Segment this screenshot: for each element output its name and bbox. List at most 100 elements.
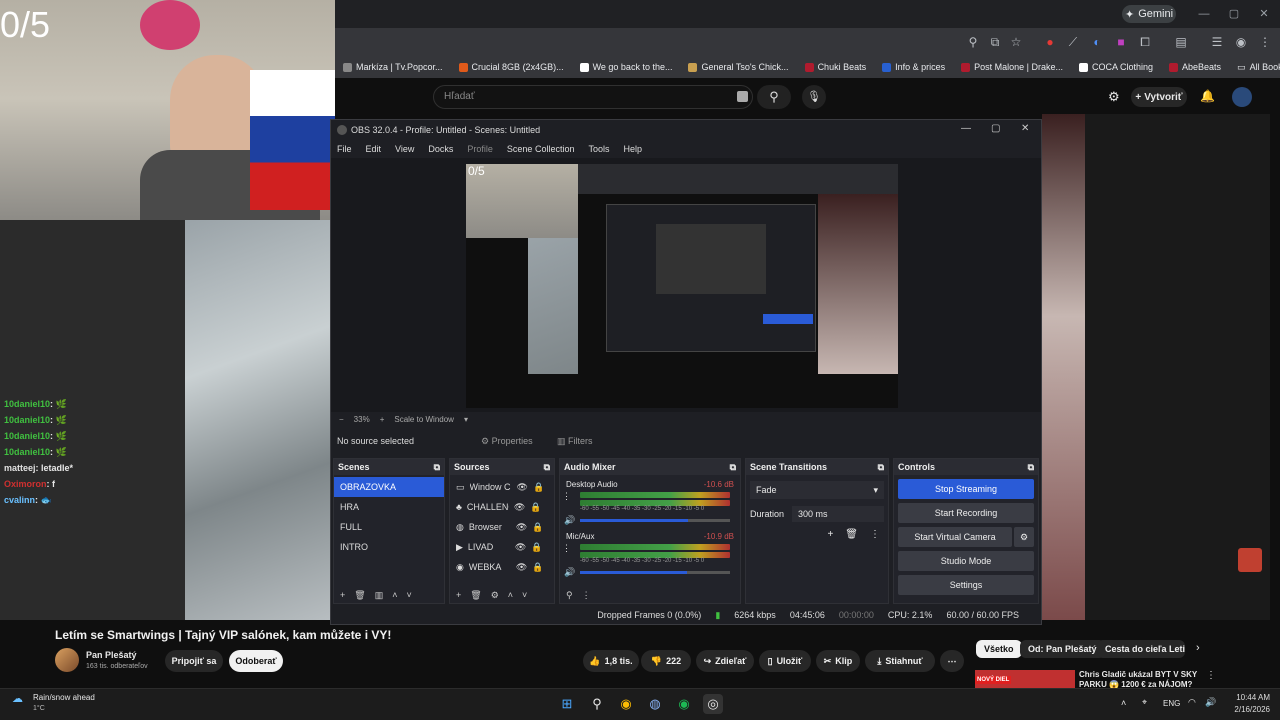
- bookmark[interactable]: Markíza | Tv.Popcor...: [335, 62, 451, 72]
- weather-icon[interactable]: ☁: [12, 692, 23, 705]
- source-item[interactable]: ◍ Browser 👁 🔒: [450, 517, 554, 537]
- settings-button[interactable]: Settings: [898, 575, 1034, 595]
- bookmark[interactable]: COCA Clothing: [1071, 62, 1161, 72]
- chevron-up-icon[interactable]: ˄: [1121, 698, 1126, 708]
- subscribe-button[interactable]: Odoberať: [229, 650, 283, 672]
- studio-mode-button[interactable]: Studio Mode: [898, 551, 1034, 571]
- source-item[interactable]: ◉ WEBKA 👁 🔒: [450, 557, 554, 577]
- maximize-icon[interactable]: ▢: [991, 123, 1000, 134]
- filter-icon[interactable]: ▥: [375, 590, 384, 601]
- undock-icon[interactable]: ⧉: [544, 462, 550, 473]
- dislike-button[interactable]: 👎 222: [641, 650, 691, 672]
- zoom-icon[interactable]: ⚲: [966, 35, 980, 49]
- chevron-up-icon[interactable]: ˄: [392, 590, 397, 600]
- cast-settings-icon[interactable]: ⚙: [1108, 89, 1120, 105]
- filters-button[interactable]: ▥ Filters: [557, 436, 593, 447]
- undock-icon[interactable]: ⧉: [878, 462, 884, 473]
- gear-icon[interactable]: ⚙: [1014, 527, 1034, 547]
- chat-username[interactable]: 10daniel10: [4, 431, 50, 441]
- start-virtual-camera-button[interactable]: Start Virtual Camera: [898, 527, 1012, 547]
- zoom-in-icon[interactable]: +: [380, 415, 385, 424]
- star-icon[interactable]: ☆: [1009, 35, 1023, 49]
- extension-purple-icon[interactable]: ■: [1114, 35, 1128, 49]
- trash-icon[interactable]: 🗑: [354, 590, 365, 601]
- channel-avatar[interactable]: [55, 648, 79, 672]
- menu-edit[interactable]: Edit: [366, 144, 382, 154]
- mic-button[interactable]: 🎙: [802, 85, 826, 109]
- bookmark[interactable]: Post Malone | Drake...: [953, 62, 1071, 72]
- cast-icon[interactable]: ⧉: [988, 35, 1002, 49]
- save-button[interactable]: ▯ Uložiť: [759, 650, 811, 672]
- chat-username[interactable]: cvalinn: [4, 495, 35, 505]
- lock-icon[interactable]: 🔒: [531, 542, 542, 553]
- menu-lines-icon[interactable]: ☰: [1210, 35, 1224, 49]
- chevron-up-icon[interactable]: ˄: [508, 590, 513, 600]
- chat-username[interactable]: 10daniel10: [4, 399, 50, 409]
- more-vert-icon[interactable]: ⋮: [562, 491, 571, 502]
- eye-icon[interactable]: 👁: [517, 482, 528, 493]
- location-icon[interactable]: ⌖: [1142, 697, 1147, 708]
- extension-red-icon[interactable]: ●: [1043, 35, 1057, 49]
- close-icon[interactable]: ✕: [1258, 8, 1270, 20]
- properties-button[interactable]: ⚙ Properties: [481, 436, 533, 447]
- chat-username[interactable]: Oximoron: [4, 479, 47, 489]
- chevron-down-icon[interactable]: ▾: [464, 415, 468, 424]
- add-icon[interactable]: +: [827, 529, 833, 540]
- menu-profile[interactable]: Profile: [467, 144, 493, 154]
- menu-help[interactable]: Help: [623, 144, 642, 154]
- puzzle-icon[interactable]: ⧠: [1138, 35, 1152, 49]
- bell-icon[interactable]: 🔔: [1200, 89, 1215, 103]
- recommended-title[interactable]: Chris Gladič ukázal BYT V SKY PARKU 😱 12…: [1079, 670, 1197, 690]
- chevron-down-icon[interactable]: ˅: [522, 590, 527, 600]
- stop-streaming-button[interactable]: Stop Streaming: [898, 479, 1034, 499]
- channel-watermark[interactable]: [1238, 548, 1262, 572]
- close-icon[interactable]: ✕: [1021, 123, 1029, 134]
- volume-slider[interactable]: [580, 519, 730, 522]
- more-vert-icon[interactable]: ⋮: [870, 529, 880, 540]
- more-vert-icon[interactable]: ⋮: [562, 543, 571, 554]
- menu-scene-collection[interactable]: Scene Collection: [507, 144, 575, 154]
- bookmark[interactable]: General Tso's Chick...: [680, 62, 796, 72]
- chevron-down-icon[interactable]: ˅: [406, 590, 411, 600]
- bookmark[interactable]: Crucial 8GB (2x4GB)...: [451, 62, 572, 72]
- recommended-thumbnail[interactable]: NOVÝ DIEL: [975, 670, 1075, 688]
- trash-icon[interactable]: 🗑: [470, 590, 481, 601]
- menu-view[interactable]: View: [395, 144, 414, 154]
- chip-all[interactable]: Všetko: [976, 640, 1022, 658]
- extension-blue-icon[interactable]: ◐: [1090, 35, 1104, 49]
- weather-title[interactable]: Rain/snow ahead: [33, 693, 95, 702]
- eye-icon[interactable]: 👁: [514, 502, 525, 513]
- chip-related[interactable]: Cesta do cieľa Letis: [1097, 640, 1185, 658]
- bookmark[interactable]: AbeBeats: [1161, 62, 1229, 72]
- obs-preview[interactable]: 0/5: [466, 164, 898, 408]
- obs-icon[interactable]: ◎: [703, 694, 723, 714]
- chrome-icon[interactable]: ◉: [616, 694, 636, 714]
- bookmark[interactable]: Info & prices: [874, 62, 953, 72]
- all-bookmarks[interactable]: ▭All Bookmarks: [1229, 62, 1280, 73]
- menu-docks[interactable]: Docks: [428, 144, 453, 154]
- bookmark[interactable]: Chuki Beats: [797, 62, 875, 72]
- more-vert-icon[interactable]: ⋮: [1206, 670, 1216, 681]
- download-button[interactable]: ⤓ Stiahnuť: [865, 650, 935, 672]
- zoom-out-icon[interactable]: −: [339, 415, 344, 424]
- scene-item[interactable]: FULL: [334, 517, 444, 537]
- undock-icon[interactable]: ⧉: [434, 462, 440, 473]
- add-icon[interactable]: +: [340, 590, 345, 600]
- avatar[interactable]: [1232, 87, 1252, 107]
- scene-item[interactable]: INTRO: [334, 537, 444, 557]
- gemini-button[interactable]: ✦ Gemini: [1122, 5, 1176, 23]
- source-item[interactable]: ♣CHALLENG👁🔒: [450, 497, 554, 517]
- source-item[interactable]: ▭ Window C 👁 🔒: [450, 477, 554, 497]
- lock-icon[interactable]: 🔒: [533, 482, 544, 493]
- channel-name[interactable]: Pan Plešatý: [86, 650, 137, 660]
- scale-mode-select[interactable]: Scale to Window: [394, 415, 454, 424]
- language-indicator[interactable]: ENG: [1163, 699, 1180, 708]
- clip-button[interactable]: ✂ Klip: [816, 650, 860, 672]
- transition-select[interactable]: Fade ▾: [750, 481, 884, 499]
- chevron-right-icon[interactable]: ›: [1196, 642, 1200, 654]
- search-input[interactable]: Hľadať: [433, 85, 753, 109]
- gear-icon[interactable]: ⚙: [491, 590, 499, 601]
- sidepanel-icon[interactable]: ▤: [1174, 35, 1188, 49]
- spotify-icon[interactable]: ◉: [674, 694, 694, 714]
- more-button[interactable]: ⋯: [940, 650, 964, 672]
